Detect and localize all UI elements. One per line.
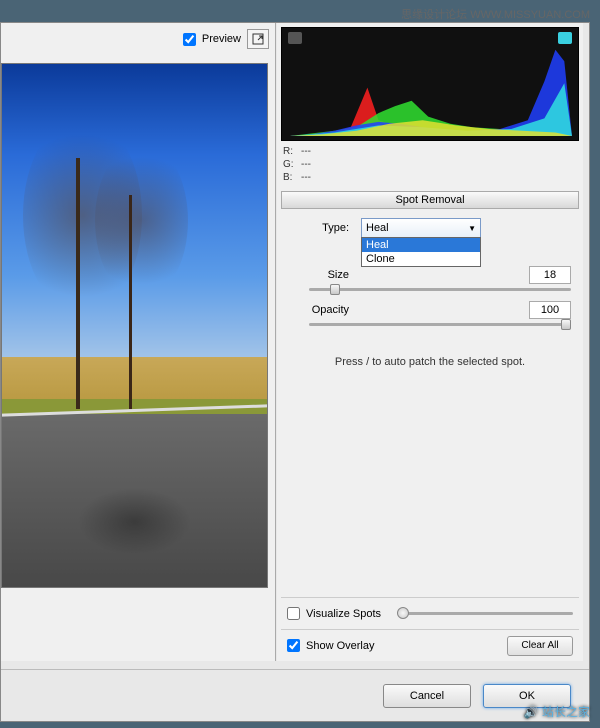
fullscreen-button[interactable] [247,29,269,49]
highlight-clip-icon[interactable] [558,32,572,44]
watermark-bottom: 🔊 站长之家 [524,703,590,720]
preview-label: Preview [202,33,241,45]
clear-all-button[interactable]: Clear All [507,636,573,656]
type-dropdown[interactable]: Heal ▼ [361,218,481,238]
settings-panel: R:--- G:--- B:--- Spot Removal Type: Hea… [277,23,583,661]
hint-text: Press / to auto patch the selected spot. [281,356,579,368]
type-option-heal[interactable]: Heal [362,238,480,252]
type-label: Type: [281,222,361,234]
opacity-slider-row [281,323,579,326]
watermark-top: 思缘设计论坛 WWW.MISSYUAN.COM [401,6,590,22]
preview-panel: Preview [1,23,276,661]
fullscreen-icon [252,33,264,45]
visualize-spots-row: Visualize Spots [281,597,579,629]
photo-content [2,64,267,587]
opacity-input[interactable] [529,301,571,319]
rgb-readout: R:--- G:--- B:--- [283,145,311,184]
size-input[interactable] [529,266,571,284]
size-slider-row [281,288,579,291]
show-overlay-row: Show Overlay Clear All [281,629,579,661]
visualize-spots-label: Visualize Spots [306,608,381,620]
opacity-slider[interactable] [309,323,571,326]
size-slider-thumb[interactable] [330,284,340,295]
image-preview[interactable] [1,63,268,588]
visualize-slider-thumb[interactable] [397,607,409,619]
show-overlay-label: Show Overlay [306,640,374,652]
show-overlay-checkbox[interactable] [287,639,300,652]
visualize-spots-slider[interactable] [397,612,573,615]
dialog-window: Preview [0,22,590,722]
type-row: Type: Heal ▼ Heal Clone [281,218,579,238]
opacity-label: Opacity [281,304,361,316]
histogram-panel [281,27,579,141]
shadow-clip-icon[interactable] [288,32,302,44]
dialog-footer: Cancel OK [1,669,589,721]
opacity-row: Opacity [281,301,579,319]
cancel-button[interactable]: Cancel [383,684,471,708]
preview-checkbox[interactable] [183,33,196,46]
type-dropdown-list: Heal Clone [361,237,481,267]
bottom-options: Visualize Spots Show Overlay Clear All [281,597,579,661]
chevron-down-icon: ▼ [468,224,476,233]
opacity-slider-thumb[interactable] [561,319,571,330]
section-header-spot-removal[interactable]: Spot Removal [281,191,579,209]
visualize-spots-checkbox[interactable] [287,607,300,620]
type-option-clone[interactable]: Clone [362,252,480,266]
histogram-chart [290,48,572,136]
size-slider[interactable] [309,288,571,291]
preview-toolbar: Preview [183,29,269,49]
spot-removal-controls: Type: Heal ▼ Heal Clone Size [281,218,579,368]
size-row: Size [281,266,579,284]
size-label: Size [281,269,361,281]
